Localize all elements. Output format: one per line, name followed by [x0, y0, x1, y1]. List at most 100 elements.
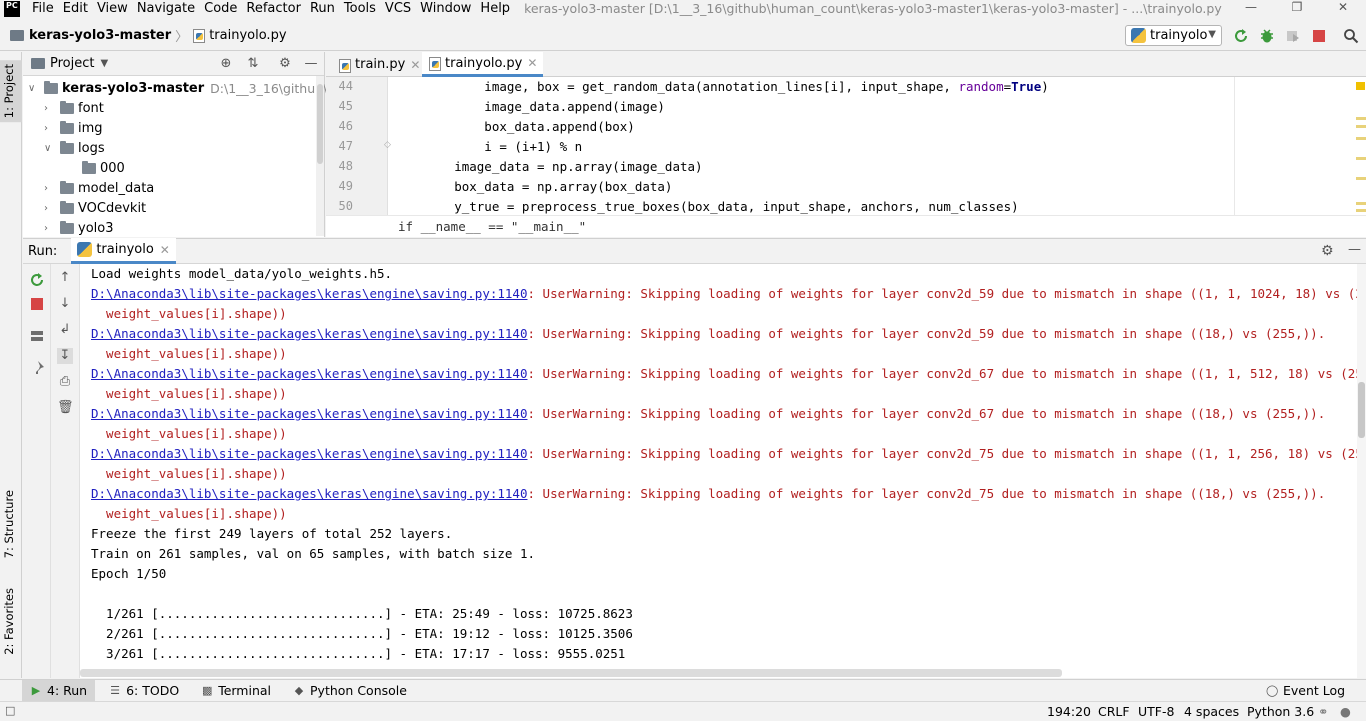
locate-icon[interactable]: ⊕ [218, 56, 234, 72]
editor-scrollbar[interactable] [1354, 77, 1366, 237]
hide-icon[interactable]: — [1348, 242, 1361, 257]
arrow-up-icon[interactable]: ↑ [57, 270, 73, 286]
error-stripe-mark[interactable] [1356, 157, 1366, 160]
source-link[interactable]: D:\Anaconda3\lib\site-packages\keras\eng… [91, 446, 528, 461]
error-stripe-mark[interactable] [1356, 177, 1366, 180]
tree-item-img[interactable]: › img [44, 118, 103, 138]
menu-window[interactable]: Window [420, 1, 471, 16]
tool-tab-todo[interactable]: ☰ 6: TODO [101, 680, 187, 702]
menu-tools[interactable]: Tools [344, 1, 376, 16]
tree-item-logs[interactable]: ∨ logs [44, 138, 105, 158]
error-stripe-mark[interactable] [1356, 125, 1366, 128]
stop-icon[interactable] [29, 296, 45, 312]
toggle-tool-windows-icon[interactable]: □ [5, 704, 15, 717]
run-console[interactable]: Load weights model_data/yolo_weights.h5.… [80, 264, 1357, 678]
tree-root[interactable]: ∨ keras-yolo3-master D:\1__3_16\github\h… [28, 78, 363, 98]
tool-tab-run[interactable]: ▶ 4: Run [22, 679, 96, 702]
arrow-down-icon[interactable]: ↓ [57, 296, 73, 312]
breadcrumb-file[interactable]: trainyolo.py [209, 28, 286, 43]
menu-view[interactable]: View [97, 1, 128, 16]
close-icon[interactable]: ✕ [527, 56, 537, 70]
line-number: 47 [338, 139, 353, 153]
print-icon[interactable]: ⎙ [57, 374, 73, 390]
code-line[interactable]: y_true = preprocess_true_boxes(box_data,… [394, 199, 1018, 214]
rerun-icon[interactable] [1233, 28, 1249, 44]
close-window-icon[interactable]: ✕ [1320, 0, 1366, 17]
menu-file[interactable]: File [32, 1, 54, 16]
layout-icon[interactable] [29, 328, 45, 344]
close-icon[interactable]: ✕ [410, 58, 420, 72]
editor-breadcrumb[interactable]: if __name__ == "__main__" [398, 219, 586, 234]
debug-icon[interactable] [1259, 28, 1275, 44]
gear-icon[interactable]: ⚙ [277, 56, 293, 72]
tool-tab-python-console[interactable]: ◆ Python Console [285, 680, 415, 702]
restore-icon[interactable]: ❐ [1274, 0, 1320, 17]
run-config-dropdown[interactable]: trainyolo ▼ [1125, 25, 1222, 46]
collapse-all-icon[interactable]: ⇅ [245, 56, 261, 72]
menu-navigate[interactable]: Navigate [137, 1, 195, 16]
tool-tab-terminal[interactable]: ▩ Terminal [193, 680, 279, 702]
caret-position[interactable]: 194:20 [1047, 704, 1091, 719]
code-line[interactable]: box_data.append(box) [394, 119, 635, 134]
fold-marker-icon[interactable]: ◇ [384, 140, 391, 150]
code-line[interactable]: image, box = get_random_data(annotation_… [394, 79, 1048, 94]
code-line[interactable]: box_data = np.array(box_data) [394, 179, 672, 194]
code-line[interactable]: image_data = np.array(image_data) [394, 159, 702, 174]
trash-icon[interactable]: 🗑 [57, 400, 74, 416]
coverage-icon[interactable] [1285, 28, 1301, 44]
tree-item-000[interactable]: 000 [82, 158, 125, 178]
project-scrollbar[interactable] [316, 76, 324, 236]
minimize-icon[interactable]: — [1228, 0, 1274, 17]
error-stripe-mark[interactable] [1356, 209, 1366, 212]
pin-icon[interactable] [29, 360, 45, 376]
scroll-to-end-icon[interactable]: ↧ [57, 348, 73, 364]
tab-train-py[interactable]: train.py ✕ [332, 52, 426, 77]
menu-run[interactable]: Run [310, 1, 335, 16]
gear-icon[interactable]: ⚙ [1321, 243, 1334, 259]
stop-icon[interactable] [1311, 28, 1327, 44]
search-icon[interactable] [1343, 28, 1359, 44]
source-link[interactable]: D:\Anaconda3\lib\site-packages\keras\eng… [91, 366, 528, 381]
hide-icon[interactable]: — [303, 56, 319, 72]
menu-refactor[interactable]: Refactor [246, 1, 301, 16]
inspection-status-icon[interactable] [1356, 82, 1365, 90]
rerun-icon[interactable] [29, 272, 45, 288]
tool-tab-project[interactable]: 1: Project [0, 60, 22, 123]
inspector-icon[interactable]: ● [1340, 704, 1351, 719]
python-interpreter[interactable]: Python 3.6 [1247, 704, 1314, 719]
tree-item-vocdevkit[interactable]: › VOCdevkit [44, 198, 146, 218]
run-tab-trainyolo[interactable]: trainyolo ✕ [71, 238, 176, 264]
file-encoding[interactable]: UTF-8 [1138, 704, 1174, 719]
code-line[interactable]: image_data.append(image) [394, 99, 665, 114]
tree-item-yolo3[interactable]: › yolo3 [44, 218, 113, 238]
code-line[interactable]: i = (i+1) % n [394, 139, 582, 154]
tool-tab-structure[interactable]: 7: Structure [2, 490, 16, 558]
soft-wrap-icon[interactable]: ↲ [57, 322, 73, 338]
menu-vcs[interactable]: VCS [385, 1, 411, 16]
left-tool-strip: 1: Project 7: Structure 2: Favorites [0, 52, 22, 678]
console-vertical-scrollbar[interactable] [1357, 264, 1366, 678]
tool-tab-favorites[interactable]: 2: Favorites [2, 588, 16, 655]
lock-icon[interactable]: ⚭ [1318, 704, 1328, 719]
tab-trainyolo-py[interactable]: trainyolo.py ✕ [422, 52, 544, 77]
tree-item-model-data[interactable]: › model_data [44, 178, 154, 198]
source-link[interactable]: D:\Anaconda3\lib\site-packages\keras\eng… [91, 286, 528, 301]
close-icon[interactable]: ✕ [160, 243, 170, 257]
indent-setting[interactable]: 4 spaces [1184, 704, 1239, 719]
menu-help[interactable]: Help [480, 1, 510, 16]
error-stripe-mark[interactable] [1356, 117, 1366, 120]
source-link[interactable]: D:\Anaconda3\lib\site-packages\keras\eng… [91, 486, 528, 501]
menu-code[interactable]: Code [204, 1, 237, 16]
menu-edit[interactable]: Edit [63, 1, 88, 16]
console-horizontal-scrollbar[interactable] [80, 669, 1062, 677]
chevron-down-icon[interactable]: ▼ [100, 58, 108, 69]
source-link[interactable]: D:\Anaconda3\lib\site-packages\keras\eng… [91, 406, 528, 421]
error-stripe-mark[interactable] [1356, 202, 1366, 205]
tool-tab-event-log[interactable]: ◯ Event Log [1258, 680, 1353, 702]
breadcrumb-project[interactable]: keras-yolo3-master [29, 28, 171, 43]
project-pane-title[interactable]: Project [50, 56, 94, 71]
error-stripe-mark[interactable] [1356, 137, 1366, 140]
source-link[interactable]: D:\Anaconda3\lib\site-packages\keras\eng… [91, 326, 528, 341]
tree-item-font[interactable]: › font [44, 98, 104, 118]
line-separator[interactable]: CRLF [1098, 704, 1130, 719]
